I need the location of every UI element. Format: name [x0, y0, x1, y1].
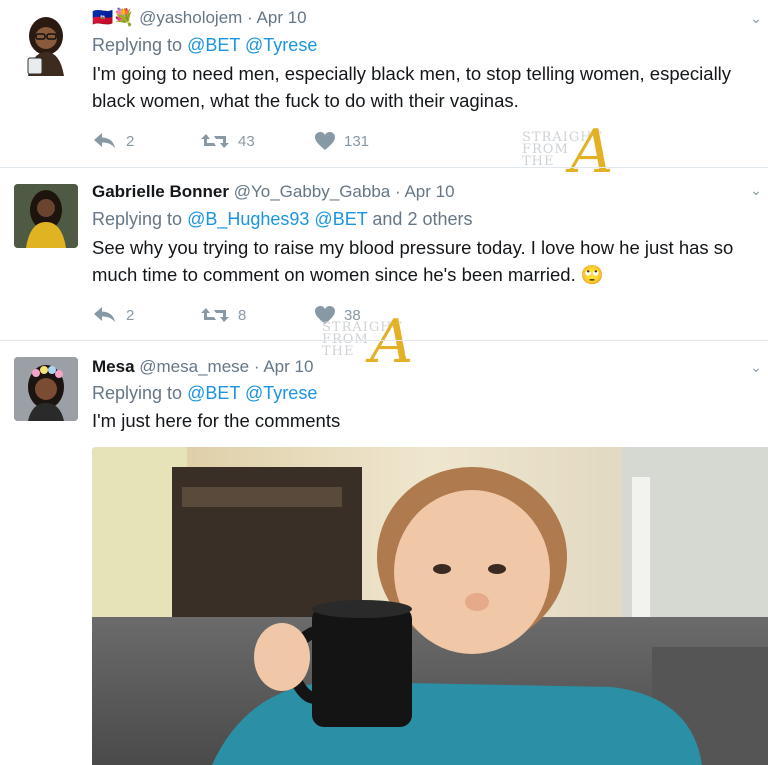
avatar[interactable] — [14, 357, 78, 421]
timestamp[interactable]: Apr 10 — [257, 8, 307, 27]
like-count: 131 — [344, 132, 370, 150]
separator-dot: · — [253, 357, 260, 376]
replying-to-others[interactable]: and 2 others — [372, 209, 472, 229]
replying-to-label: Replying to — [92, 383, 183, 403]
tweet-text: I'm just here for the comments — [92, 410, 341, 431]
chevron-down-icon[interactable]: ⌄ — [750, 359, 762, 376]
eye-roll-emoji: 🙄 — [580, 264, 604, 285]
attached-photo[interactable] — [92, 447, 768, 765]
retweet-button[interactable]: 8 — [200, 305, 246, 325]
country-flags: 🇭🇹💐 — [92, 8, 135, 27]
tweet-text: See why you trying to raise my blood pre… — [92, 237, 734, 285]
heart-icon — [315, 132, 335, 150]
timestamp[interactable]: Apr 10 — [263, 357, 313, 376]
retweet-count: 43 — [238, 132, 255, 150]
reply-icon — [94, 307, 115, 322]
reply-icon — [94, 133, 115, 148]
user-handle[interactable]: @yasholojem — [139, 8, 242, 27]
retweet-icon — [201, 134, 229, 148]
reply-count: 2 — [126, 306, 135, 324]
display-name[interactable]: Gabrielle Bonner — [92, 182, 229, 201]
retweet-icon — [201, 308, 229, 322]
chevron-down-icon[interactable]: ⌄ — [750, 10, 762, 27]
avatar[interactable] — [14, 12, 78, 76]
tweet-1: 🇭🇹💐 @yasholojem · Apr 10 ⌄ Replying to @… — [0, 0, 768, 166]
replying-to-links[interactable]: @B_Hughes93 @BET — [187, 209, 367, 229]
timestamp[interactable]: Apr 10 — [404, 182, 454, 201]
replying-to-label: Replying to — [92, 35, 183, 55]
retweet-count: 8 — [238, 306, 247, 324]
reply-button[interactable]: 2 — [92, 131, 134, 151]
replying-to-links[interactable]: @BET @Tyrese — [187, 35, 317, 55]
user-handle[interactable]: @mesa_mese — [139, 357, 249, 376]
replying-to-links[interactable]: @BET @Tyrese — [187, 383, 317, 403]
chevron-down-icon[interactable]: ⌄ — [750, 182, 762, 199]
avatar[interactable] — [14, 184, 78, 248]
user-handle[interactable]: @Yo_Gabby_Gabba — [234, 182, 391, 201]
tweet-text: I'm going to need men, especially black … — [92, 63, 732, 111]
reply-button[interactable]: 2 — [92, 305, 134, 325]
reply-count: 2 — [126, 132, 135, 150]
separator-dot: · — [394, 182, 401, 201]
retweet-button[interactable]: 43 — [200, 131, 255, 151]
separator-dot: · — [247, 8, 253, 27]
like-button[interactable]: 131 — [314, 131, 369, 151]
watermark: STRAIGHT FROM THE A — [522, 117, 615, 187]
display-name[interactable]: Mesa — [92, 357, 135, 376]
replying-to-label: Replying to — [92, 209, 183, 229]
